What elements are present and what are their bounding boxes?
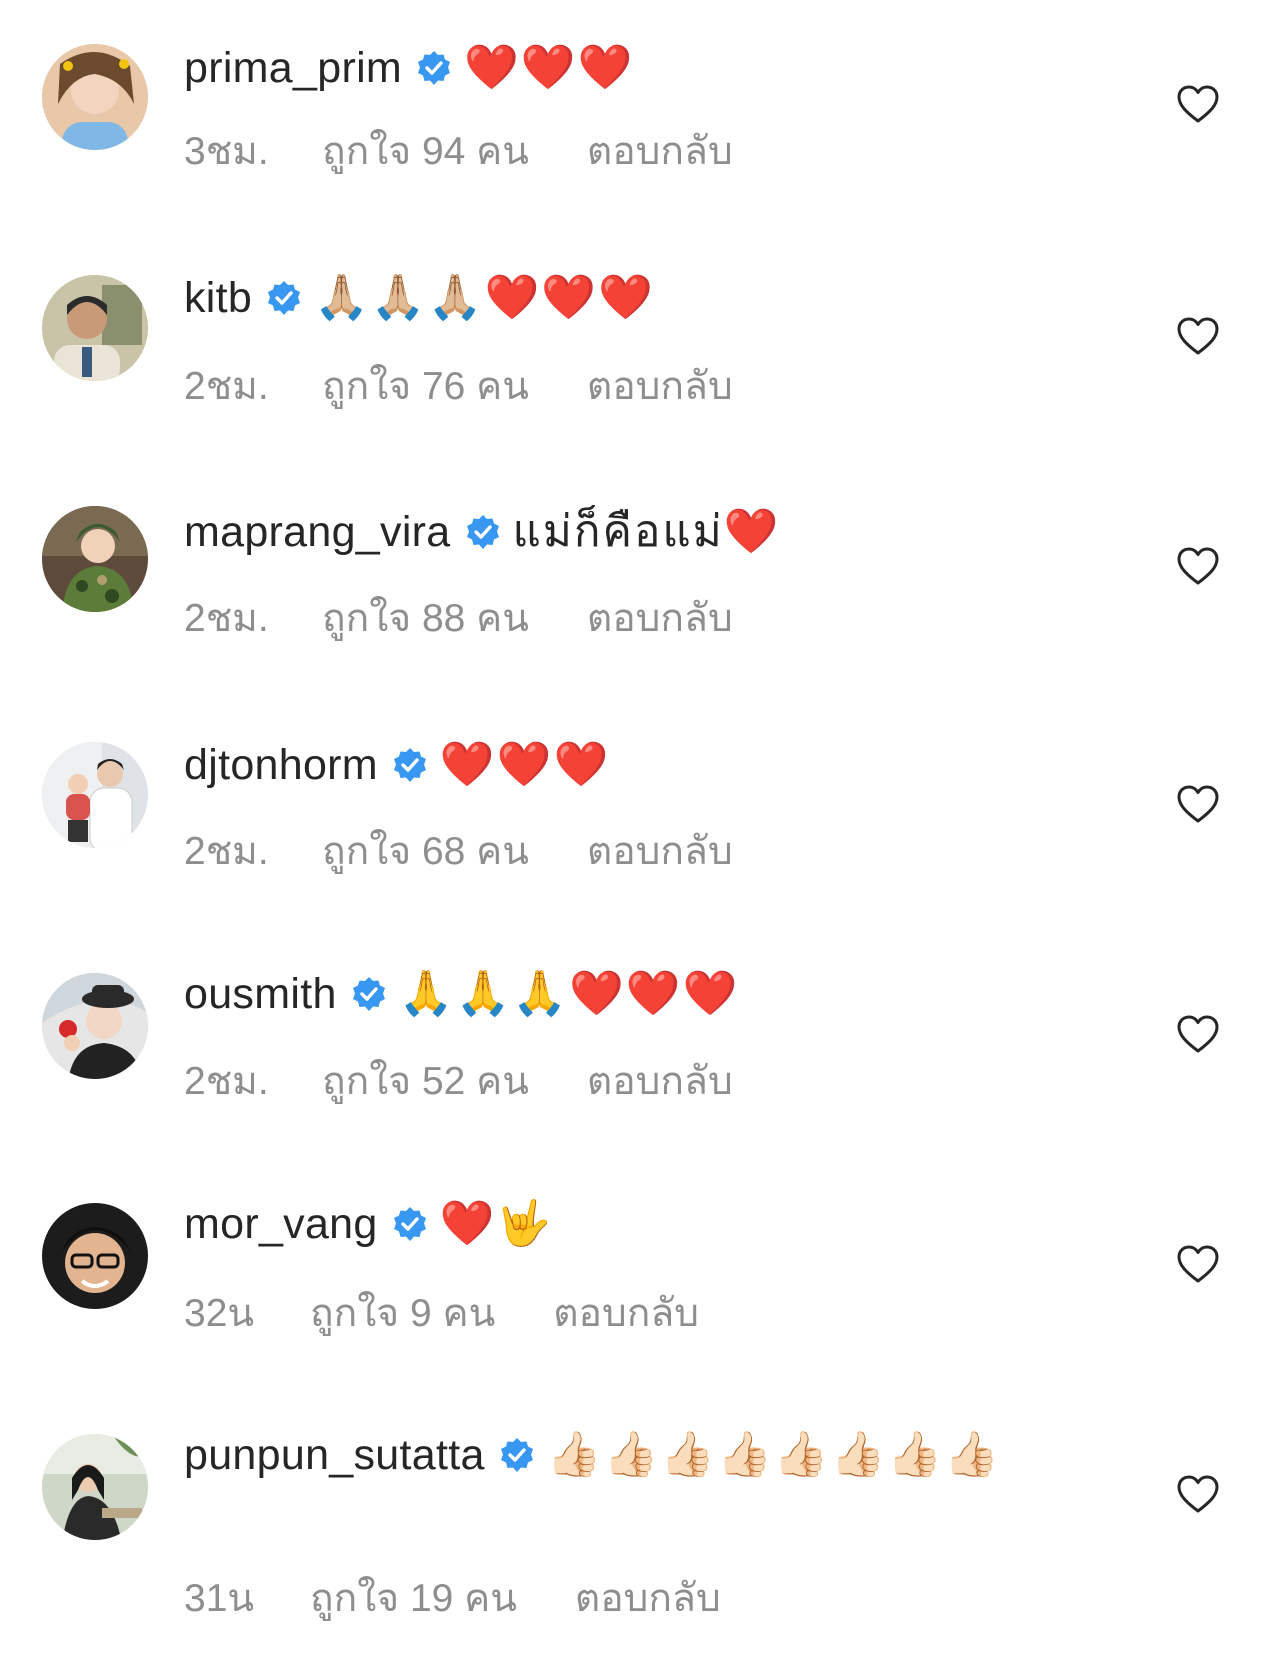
comment-meta: 32น ถูกใจ 9 คน ตอบกลับ xyxy=(184,1282,699,1344)
comment-time: 32น xyxy=(184,1292,255,1335)
comment-meta: 3ชม. ถูกใจ 94 คน ตอบกลับ xyxy=(184,120,733,182)
comment-likes[interactable]: ถูกใจ 19 คน xyxy=(310,1567,517,1629)
comment-time: 2ชม. xyxy=(184,1060,269,1103)
heart-outline-icon[interactable] xyxy=(1176,546,1220,586)
heart-outline-icon[interactable] xyxy=(1176,784,1220,824)
comment-likes[interactable]: ถูกใจ 94 คน xyxy=(322,120,529,182)
comment-likes[interactable]: ถูกใจ 68 คน xyxy=(322,820,529,882)
heart-outline-icon[interactable] xyxy=(1176,1244,1220,1284)
reply-button[interactable]: ตอบกลับ xyxy=(575,1567,721,1629)
reply-button[interactable]: ตอบกลับ xyxy=(587,1050,733,1112)
avatar[interactable] xyxy=(42,1434,148,1540)
comment-meta: 2ชม. ถูกใจ 88 คน ตอบกลับ xyxy=(184,587,733,649)
comment-meta: 2ชม. ถูกใจ 68 คน ตอบกลับ xyxy=(184,820,733,882)
avatar[interactable] xyxy=(42,742,148,848)
comment-likes[interactable]: ถูกใจ 88 คน xyxy=(322,587,529,649)
heart-outline-icon[interactable] xyxy=(1176,1474,1220,1514)
comment-time: 3ชม. xyxy=(184,130,269,173)
verified-badge-icon xyxy=(416,50,452,86)
comment-username[interactable]: ousmith xyxy=(184,970,337,1018)
comment-text: ❤️❤️❤️ xyxy=(439,740,611,789)
comment-username[interactable]: maprang_vira xyxy=(184,508,451,556)
reply-button[interactable]: ตอบกลับ xyxy=(553,1282,699,1344)
verified-badge-icon xyxy=(499,1437,535,1473)
comment-line: mor_vang ❤️🤟 xyxy=(184,1196,1130,1252)
comment-text: 🙏🙏🙏❤️❤️❤️ xyxy=(398,969,740,1018)
avatar[interactable] xyxy=(42,1203,148,1309)
comment-meta: 2ชม. ถูกใจ 76 คน ตอบกลับ xyxy=(184,355,733,417)
avatar[interactable] xyxy=(42,973,148,1079)
heart-outline-icon[interactable] xyxy=(1176,316,1220,356)
comment-line: ousmith 🙏🙏🙏❤️❤️❤️ xyxy=(184,966,1130,1022)
comment-likes[interactable]: ถูกใจ 76 คน xyxy=(322,355,529,417)
comment-line: djtonhorm ❤️❤️❤️ xyxy=(184,737,1130,793)
comment-meta: 31น ถูกใจ 19 คน ตอบกลับ xyxy=(184,1567,721,1629)
comment-time: 31น xyxy=(184,1577,255,1620)
verified-badge-icon xyxy=(392,747,428,783)
comment-text: 🙏🏼🙏🏼🙏🏼❤️❤️❤️ xyxy=(314,273,655,322)
comment-line: prima_prim ❤️❤️❤️ xyxy=(184,40,1130,96)
comment-time: 2ชม. xyxy=(184,597,269,640)
comment-text: ❤️🤟 xyxy=(439,1199,554,1248)
comment-time: 2ชม. xyxy=(184,365,269,408)
heart-outline-icon[interactable] xyxy=(1176,1014,1220,1054)
avatar[interactable] xyxy=(42,506,148,612)
comment-likes[interactable]: ถูกใจ 52 คน xyxy=(322,1050,529,1112)
avatar[interactable] xyxy=(42,275,148,381)
reply-button[interactable]: ตอบกลับ xyxy=(587,820,733,882)
comment-username[interactable]: mor_vang xyxy=(184,1200,378,1248)
verified-badge-icon xyxy=(392,1206,428,1242)
comment-username[interactable]: punpun_sutatta xyxy=(184,1431,485,1479)
comment-likes[interactable]: ถูกใจ 9 คน xyxy=(310,1282,495,1344)
verified-badge-icon xyxy=(266,280,302,316)
reply-button[interactable]: ตอบกลับ xyxy=(587,355,733,417)
comment-line: punpun_sutatta 👍🏻👍🏻👍🏻👍🏻👍🏻👍🏻👍🏻👍🏻 xyxy=(184,1427,1130,1483)
comment-username[interactable]: prima_prim xyxy=(184,44,402,92)
verified-badge-icon xyxy=(465,514,501,550)
comment-username[interactable]: djtonhorm xyxy=(184,741,378,789)
comment-text: แม่ก็คือแม่❤️ xyxy=(512,507,781,556)
comment-meta: 2ชม. ถูกใจ 52 คน ตอบกลับ xyxy=(184,1050,733,1112)
reply-button[interactable]: ตอบกลับ xyxy=(587,587,733,649)
comment-username[interactable]: kitb xyxy=(184,274,252,322)
comment-line: kitb 🙏🏼🙏🏼🙏🏼❤️❤️❤️ xyxy=(184,270,1130,326)
comment-line: maprang_vira แม่ก็คือแม่❤️ xyxy=(184,504,1130,560)
comment-text: 👍🏻👍🏻👍🏻👍🏻👍🏻👍🏻👍🏻👍🏻 xyxy=(546,1430,1001,1479)
comments-screen: { "colors": { "text": "#262626", "meta":… xyxy=(0,0,1280,1674)
reply-button[interactable]: ตอบกลับ xyxy=(587,120,733,182)
comment-time: 2ชม. xyxy=(184,830,269,873)
avatar[interactable] xyxy=(42,44,148,150)
comment-text: ❤️❤️❤️ xyxy=(464,43,635,92)
heart-outline-icon[interactable] xyxy=(1176,84,1220,124)
verified-badge-icon xyxy=(351,976,387,1012)
